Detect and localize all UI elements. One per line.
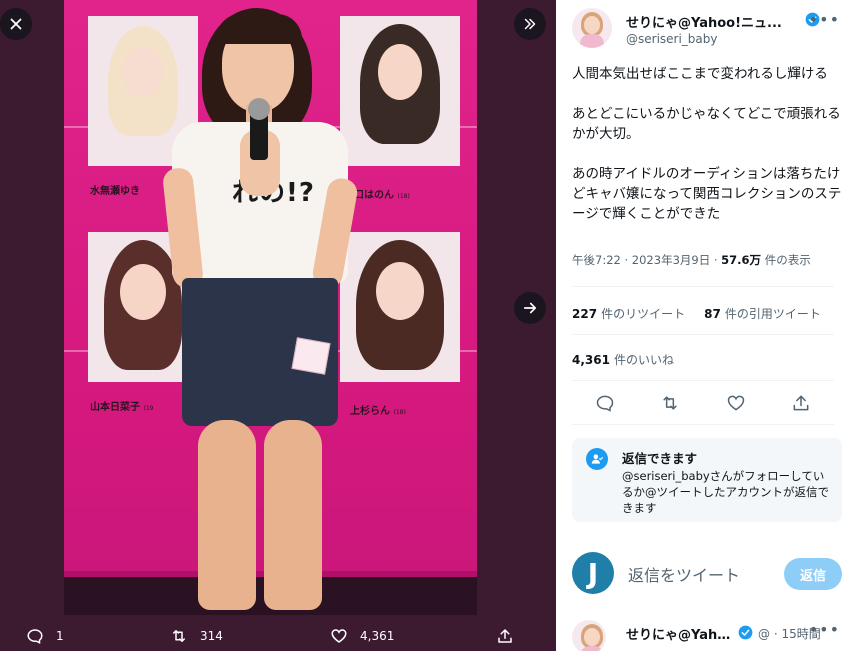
tweet-detail-panel: せりにゃ@Yahoo!ニュ... @seriseri_baby ••• 人間本気… bbox=[556, 0, 850, 651]
notice-text: @seriseri_babyさんがフォローしているか@ツイートしたアカウントが返… bbox=[622, 469, 829, 515]
current-user-avatar: J bbox=[572, 552, 614, 594]
tweet-paragraph: 人間本気出せばここまで変われるし輝ける bbox=[572, 66, 828, 82]
more-options-icon[interactable]: ••• bbox=[809, 10, 840, 29]
viewer-action-bar: 1 314 4,361 bbox=[0, 621, 556, 651]
retweet-quote-stats: 227 件のリツイート 87 件の引用ツイート bbox=[572, 305, 821, 322]
share-icon[interactable] bbox=[791, 393, 811, 413]
like-stats[interactable]: 4,361 件のいいね bbox=[572, 351, 674, 368]
share-icon bbox=[498, 629, 512, 643]
quote-count-link[interactable]: 87 件の引用ツイート bbox=[704, 307, 821, 321]
author-avatar[interactable] bbox=[572, 8, 612, 48]
reply-composer: J 返信をツイート 返信 bbox=[572, 552, 842, 596]
arrow-right-icon bbox=[523, 302, 537, 314]
viewer-share-button[interactable] bbox=[496, 621, 514, 651]
divider bbox=[572, 380, 834, 381]
retweet-count-link[interactable]: 227 件のリツイート bbox=[572, 307, 685, 321]
user-check-icon bbox=[586, 448, 608, 470]
reply-submit-button[interactable]: 返信 bbox=[784, 558, 842, 590]
speaker-figure: れの!? bbox=[64, 0, 477, 615]
author-avatar[interactable] bbox=[572, 620, 606, 651]
tweet-action-bar bbox=[572, 388, 834, 418]
viewer-reply-button[interactable]: 1 bbox=[26, 621, 64, 651]
notice-title: 返信できます bbox=[622, 451, 698, 466]
close-icon bbox=[10, 18, 22, 30]
reply-restriction-notice: 返信できます @seriseri_babyさんがフォローしているか@ツイートした… bbox=[572, 438, 842, 522]
tweet-text: 人間本気出せばここまで変われるし輝ける あとどこにいるかじゃなくてどこで頑張れる… bbox=[572, 64, 842, 244]
reply-icon bbox=[27, 629, 43, 644]
more-options-icon[interactable]: ••• bbox=[809, 620, 840, 639]
retweet-icon[interactable] bbox=[660, 393, 680, 413]
tweet-timestamp: 午後7:22 · 2023年3月9日 · 57.6万 件の表示 bbox=[572, 253, 811, 267]
author-display-name[interactable]: せりにゃ@Yahoo!ニュ... bbox=[626, 12, 796, 31]
collapse-panel-button[interactable] bbox=[514, 8, 546, 40]
tweet-photo: 水無瀬ゆき 口はのん (18) 山本日菜子 (19 上杉らん (18) れの!? bbox=[64, 0, 477, 615]
name-tag bbox=[291, 337, 331, 375]
divider bbox=[572, 286, 834, 287]
close-viewer-button[interactable] bbox=[0, 8, 32, 40]
next-image-button[interactable] bbox=[514, 292, 546, 324]
retweet-icon bbox=[173, 630, 185, 642]
heart-icon[interactable] bbox=[726, 393, 746, 413]
heart-icon bbox=[331, 629, 347, 643]
verified-badge-icon bbox=[738, 625, 753, 640]
viewer-like-button[interactable]: 4,361 bbox=[330, 621, 394, 651]
reply-input[interactable]: 返信をツイート bbox=[628, 562, 740, 586]
next-tweet-preview[interactable]: せりにゃ@Yaho... @ · 15時間 ••• bbox=[572, 620, 840, 651]
tweet-paragraph: あの時アイドルのオーディションは落ちたけどキャバ嬢になって関西コレクションのステ… bbox=[572, 166, 842, 222]
author-display-name[interactable]: せりにゃ@Yaho... bbox=[626, 624, 734, 643]
media-viewer: 水無瀬ゆき 口はのん (18) 山本日菜子 (19 上杉らん (18) れの!? bbox=[0, 0, 556, 651]
divider bbox=[572, 334, 834, 335]
double-chevron-right-icon bbox=[524, 18, 536, 30]
reply-icon[interactable] bbox=[595, 393, 615, 413]
tweet-header: せりにゃ@Yahoo!ニュ... @seriseri_baby ••• bbox=[572, 8, 840, 52]
divider bbox=[572, 424, 834, 425]
viewer-retweet-button[interactable]: 314 bbox=[170, 621, 223, 651]
tweet-paragraph: あとどこにいるかじゃなくてどこで頑張れるかが大切。 bbox=[572, 106, 841, 142]
author-handle[interactable]: @seriseri_baby bbox=[626, 32, 718, 46]
